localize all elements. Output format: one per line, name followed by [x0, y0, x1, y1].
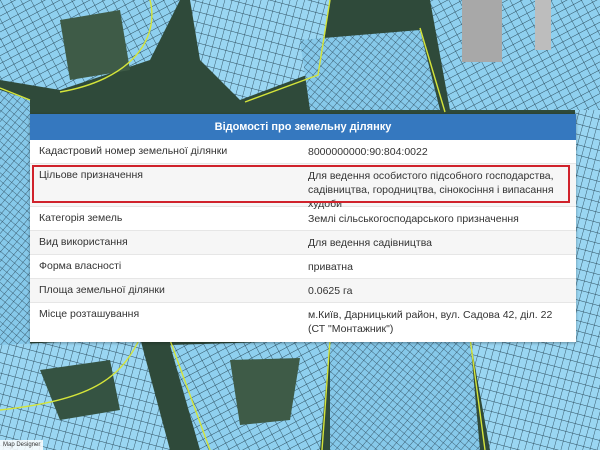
info-row-usage-type: Вид використання Для ведення садівництва: [30, 231, 576, 255]
info-row-area: Площа земельної ділянки 0.0625 га: [30, 279, 576, 303]
info-row-purpose: Цільове призначення Для ведення особисто…: [30, 164, 576, 210]
row-value: Землі сільськогосподарського призначення: [308, 213, 519, 225]
parcel-area: [430, 0, 600, 110]
row-value: Для ведення садівництва: [308, 237, 432, 249]
land-plot-info-panel: Відомості про земельну ділянку Кадастров…: [30, 114, 576, 342]
row-label: Форма власності: [39, 260, 122, 272]
row-value: приватна: [308, 261, 353, 273]
row-value: м.Київ, Дарницький район, вул. Садова 42…: [308, 309, 553, 335]
info-row-ownership: Форма власності приватна: [30, 255, 576, 279]
row-label: Місце розташування: [39, 308, 140, 320]
parcel-area: [300, 30, 440, 110]
runway-area: [462, 0, 502, 62]
parcel-area: [575, 110, 600, 345]
info-row-land-category: Категорія земель Землі сільськогосподарс…: [30, 207, 576, 231]
info-row-location: Місце розташування м.Київ, Дарницький ра…: [30, 303, 576, 342]
row-value: 8000000000:90:804:0022: [308, 146, 428, 158]
info-row-cadastral-number: Кадастровий номер земельної ділянки 8000…: [30, 140, 576, 164]
row-label: Кадастровий номер земельної ділянки: [39, 145, 228, 157]
map-attribution[interactable]: Map Designer: [0, 440, 44, 450]
parcel-area: [330, 338, 480, 450]
row-label: Площа земельної ділянки: [39, 284, 165, 296]
row-label: Категорія земель: [39, 212, 123, 224]
row-value: 0.0625 га: [308, 285, 353, 297]
row-label: Вид використання: [39, 236, 128, 248]
parcel-area: [0, 90, 30, 345]
runway-area: [535, 0, 551, 50]
panel-title: Відомості про земельну ділянку: [30, 114, 576, 140]
row-label: Цільове призначення: [39, 169, 143, 181]
parcel-area: [470, 338, 600, 450]
row-value: Для ведення особистого підсобного господ…: [308, 170, 554, 210]
forest-area: [230, 358, 300, 425]
